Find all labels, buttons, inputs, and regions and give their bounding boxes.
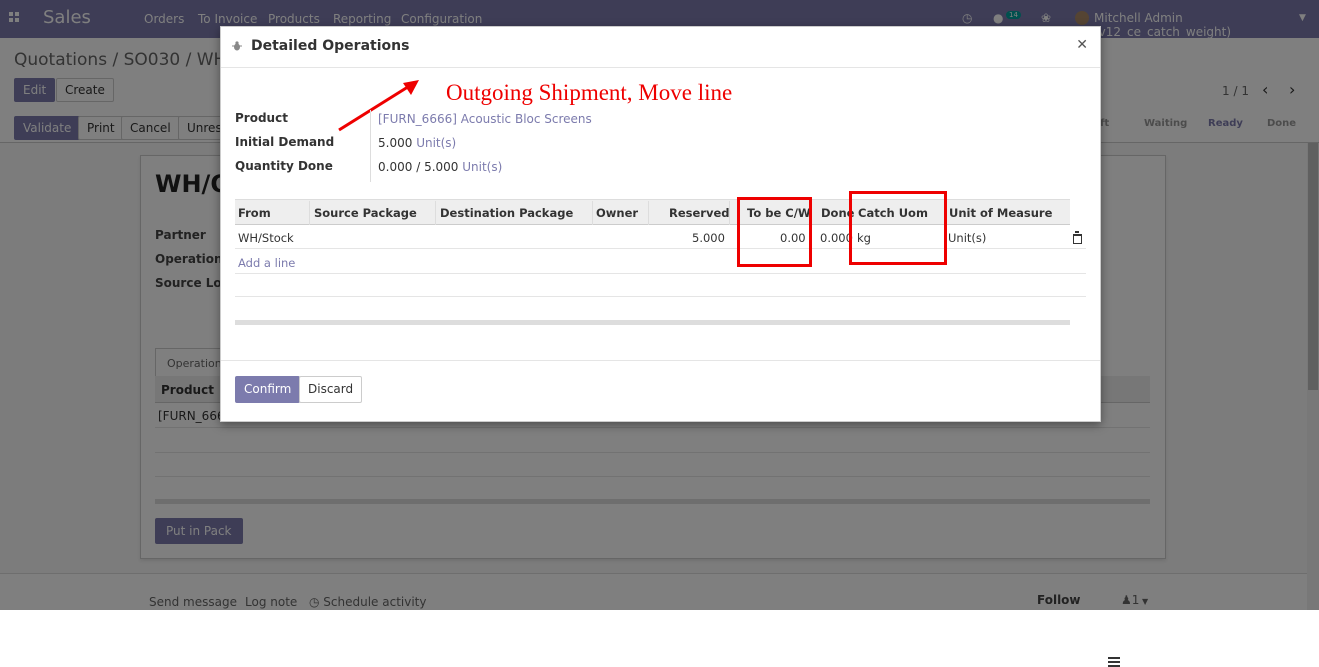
uom-cell[interactable]: Unit(s) (948, 231, 986, 245)
discard-button[interactable]: Discard (299, 376, 363, 403)
done-cell[interactable]: 0.000 (820, 231, 853, 245)
reserved-cell: 5.000 (692, 231, 725, 245)
initial-demand-value: 5.000 Unit(s) (378, 136, 456, 150)
column-reserved[interactable]: Reserved (669, 206, 730, 220)
column-divider (309, 201, 310, 225)
done-uom[interactable]: Unit(s) (462, 160, 502, 174)
table-row[interactable]: WH/Stock 5.000 0.00 0.000 kg Unit(s) (235, 225, 1086, 249)
add-a-line-link[interactable]: Add a line (238, 256, 295, 270)
column-divider (592, 201, 593, 225)
quantity-done-value: 0.000 / 5.000 Unit(s) (378, 160, 502, 174)
product-value[interactable]: [FURN_6666] Acoustic Bloc Screens (378, 112, 592, 126)
dialog-header: Detailed Operations ✕ (221, 27, 1100, 68)
bug-icon (232, 41, 242, 51)
column-source-package[interactable]: Source Package (314, 206, 417, 220)
detailed-operations-icon[interactable] (1108, 657, 1120, 667)
annotation-text: Outgoing Shipment, Move line (446, 80, 733, 105)
horizontal-scrollbar[interactable] (235, 320, 1070, 325)
demand-uom[interactable]: Unit(s) (416, 136, 456, 150)
done-separator: / (416, 160, 421, 174)
highlight-catch-uom (849, 191, 947, 265)
close-icon[interactable]: ✕ (1076, 37, 1088, 53)
column-unit-of-measure[interactable]: Unit of Measure (949, 206, 1052, 220)
column-owner[interactable]: Owner (596, 206, 638, 220)
done-total: 5.000 (424, 160, 459, 174)
product-link[interactable]: [FURN_6666] Acoustic Bloc Screens (378, 112, 592, 126)
column-divider (729, 201, 730, 225)
done-qty: 0.000 (378, 160, 413, 174)
detailed-operations-dialog: Detailed Operations ✕ Outgoing Shipment,… (220, 26, 1101, 422)
column-divider (435, 201, 436, 225)
initial-demand-label: Initial Demand (235, 135, 335, 149)
column-from[interactable]: From (238, 206, 271, 220)
highlight-to-be-cw (737, 197, 812, 267)
annotation-arrow (338, 80, 419, 132)
demand-qty: 5.000 (378, 136, 413, 150)
field-separator (370, 110, 371, 182)
dialog-title: Detailed Operations (251, 38, 410, 54)
column-divider (648, 201, 649, 225)
column-destination-package[interactable]: Destination Package (440, 206, 573, 220)
trash-icon[interactable] (1073, 231, 1082, 244)
product-label: Product (235, 111, 288, 125)
dialog-footer-divider (221, 360, 1100, 361)
empty-row (235, 273, 1086, 297)
confirm-button[interactable]: Confirm (235, 376, 301, 403)
quantity-done-label: Quantity Done (235, 159, 333, 173)
from-cell[interactable]: WH/Stock (238, 231, 294, 245)
